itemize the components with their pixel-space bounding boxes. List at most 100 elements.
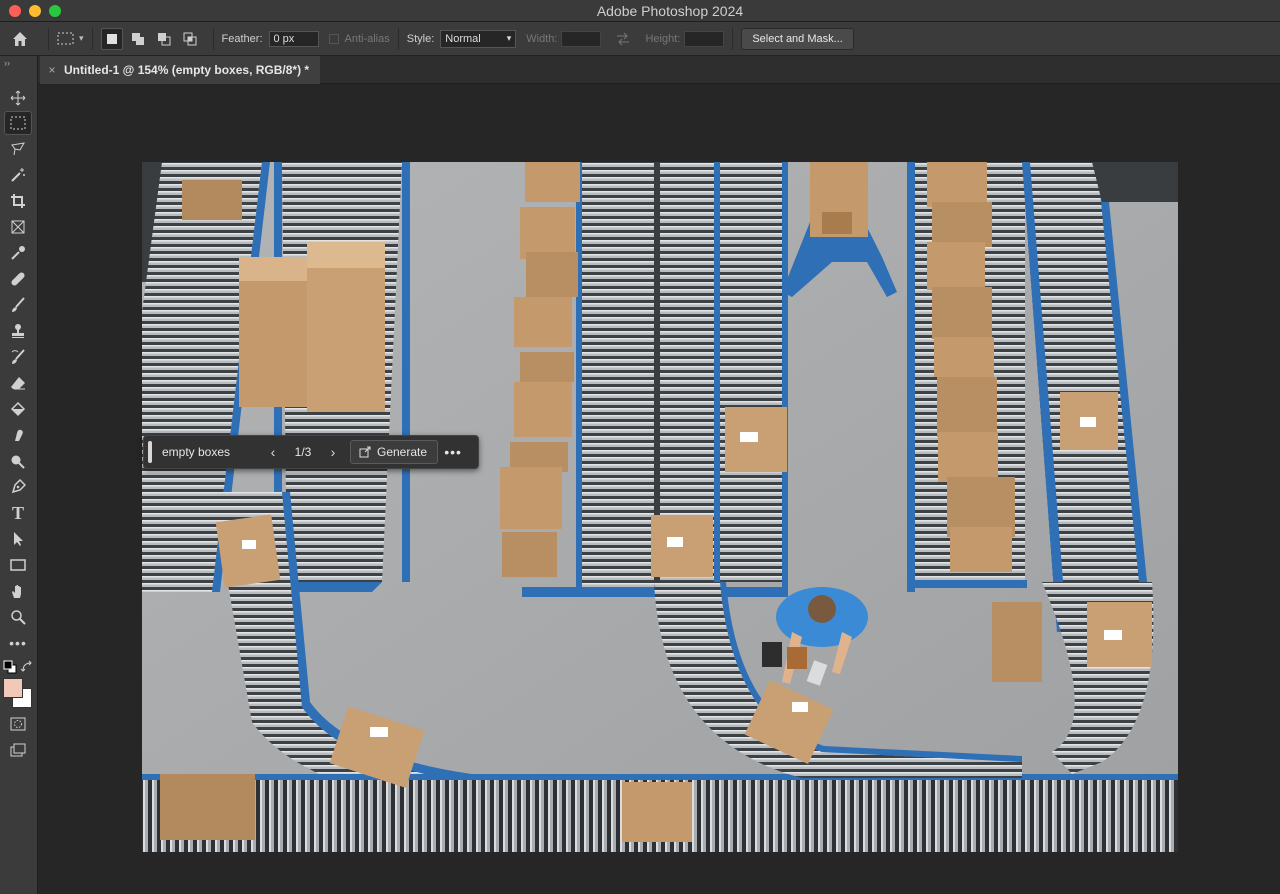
lasso-icon bbox=[11, 142, 25, 156]
subtract-selection-icon bbox=[157, 32, 171, 45]
height-label: Height: bbox=[645, 32, 681, 45]
rectangle-tool[interactable] bbox=[4, 553, 32, 577]
document-tab[interactable]: × Untitled-1 @ 154% (empty boxes, RGB/8*… bbox=[40, 56, 320, 84]
crop-tool[interactable] bbox=[4, 189, 32, 213]
healing-tool[interactable] bbox=[4, 267, 32, 291]
close-icon[interactable]: × bbox=[40, 63, 64, 77]
collapse-panel-icon[interactable]: ›› bbox=[4, 58, 10, 68]
screen-mode-icon bbox=[10, 743, 26, 757]
warehouse-photo bbox=[142, 162, 1178, 852]
rectangle-icon bbox=[10, 559, 26, 571]
smudge-icon bbox=[15, 429, 23, 441]
crop-icon bbox=[11, 194, 25, 208]
width-input[interactable] bbox=[561, 30, 602, 47]
paint-bucket-icon bbox=[10, 401, 26, 417]
title-bar: Adobe Photoshop 2024 bbox=[0, 0, 1280, 22]
path-selection-tool[interactable] bbox=[4, 527, 32, 551]
eraser-tool[interactable] bbox=[4, 371, 32, 395]
frame-tool[interactable] bbox=[4, 215, 32, 239]
height-input[interactable] bbox=[684, 30, 725, 47]
quick-mask-button[interactable] bbox=[4, 712, 32, 736]
eraser-icon bbox=[11, 377, 25, 390]
smudge-tool[interactable] bbox=[4, 423, 32, 447]
marquee-preset-icon bbox=[57, 32, 74, 44]
new-selection-button[interactable] bbox=[100, 27, 123, 50]
eyedropper-tool[interactable] bbox=[4, 241, 32, 265]
style-select-value: Normal bbox=[445, 32, 481, 45]
document-canvas-image[interactable] bbox=[142, 162, 1178, 852]
quick-mask-icon bbox=[10, 717, 26, 731]
clone-stamp-tool[interactable] bbox=[4, 319, 32, 343]
more-horizontal-icon: ••• bbox=[9, 635, 27, 651]
generative-prompt-input[interactable]: empty boxes bbox=[152, 445, 262, 459]
document-tabs: × Untitled-1 @ 154% (empty boxes, RGB/8*… bbox=[0, 56, 1280, 84]
tools-panel: ›› T ••• bbox=[0, 56, 38, 894]
lasso-tool[interactable] bbox=[4, 137, 32, 161]
intersect-selection-icon bbox=[183, 32, 197, 45]
intersect-selection-button[interactable] bbox=[179, 28, 201, 50]
width-label: Width: bbox=[526, 32, 558, 45]
chevron-down-icon: ▾ bbox=[506, 33, 512, 43]
variation-counter: 1/3 bbox=[294, 445, 312, 459]
hand-icon bbox=[12, 585, 21, 598]
document-tab-title: Untitled-1 @ 154% (empty boxes, RGB/8*) … bbox=[64, 63, 310, 77]
arrow-cursor-icon bbox=[14, 532, 23, 546]
home-icon bbox=[13, 31, 27, 46]
feather-label: Feather: bbox=[221, 32, 263, 45]
select-and-mask-button[interactable]: Select and Mask... bbox=[741, 27, 854, 50]
chevron-right-icon: › bbox=[330, 444, 336, 460]
dodge-icon bbox=[11, 455, 25, 469]
next-variation-button[interactable]: › bbox=[322, 444, 344, 460]
style-select[interactable]: Normal ▾ bbox=[440, 29, 517, 48]
home-button[interactable] bbox=[0, 31, 40, 47]
brush-tool[interactable] bbox=[4, 293, 32, 317]
chevron-left-icon: ‹ bbox=[270, 444, 276, 460]
frame-icon bbox=[11, 220, 25, 234]
move-icon bbox=[10, 90, 26, 106]
paint-bucket-tool[interactable] bbox=[4, 397, 32, 421]
type-icon: T bbox=[11, 502, 24, 523]
swap-colors-icon[interactable] bbox=[20, 660, 34, 674]
options-bar: ▾ Feather: 0 px Anti-alias Style: Normal… bbox=[0, 22, 1280, 56]
history-brush-icon bbox=[11, 349, 25, 364]
chevron-down-icon: ▾ bbox=[79, 33, 84, 43]
magic-wand-tool[interactable] bbox=[4, 163, 32, 187]
generate-button[interactable]: Generate bbox=[350, 440, 439, 464]
more-options-button[interactable]: ••• bbox=[438, 444, 468, 460]
screen-mode-button[interactable] bbox=[4, 738, 32, 762]
dodge-tool[interactable] bbox=[4, 449, 32, 473]
move-tool[interactable] bbox=[4, 86, 32, 110]
zoom-tool[interactable] bbox=[4, 605, 32, 629]
subtract-from-selection-button[interactable] bbox=[153, 28, 175, 50]
app-title: Adobe Photoshop 2024 bbox=[596, 3, 744, 19]
contextual-task-bar: empty boxes ‹ 1/3 › Generate ••• bbox=[143, 435, 479, 469]
pen-icon bbox=[11, 479, 26, 494]
feather-input[interactable]: 0 px bbox=[268, 30, 319, 47]
brush-icon bbox=[12, 297, 25, 312]
antialias-checkbox[interactable] bbox=[328, 33, 339, 44]
zoom-icon bbox=[11, 610, 26, 625]
tool-preset-picker[interactable]: ▾ bbox=[57, 32, 84, 46]
previous-variation-button[interactable]: ‹ bbox=[262, 444, 284, 460]
more-horizontal-icon: ••• bbox=[444, 444, 462, 460]
stamp-icon bbox=[12, 324, 24, 338]
more-tools-button[interactable]: ••• bbox=[4, 631, 32, 655]
foreground-color-swatch[interactable] bbox=[3, 678, 23, 698]
magic-wand-icon bbox=[11, 168, 25, 182]
marquee-tool[interactable] bbox=[4, 111, 32, 135]
pen-tool[interactable] bbox=[4, 475, 32, 499]
rectangular-marquee-icon bbox=[10, 116, 26, 130]
add-to-selection-button[interactable] bbox=[127, 28, 149, 50]
eyedropper-icon bbox=[11, 246, 25, 260]
type-tool[interactable]: T bbox=[4, 501, 32, 525]
hand-tool[interactable] bbox=[4, 579, 32, 603]
generate-icon bbox=[359, 446, 371, 458]
generate-label: Generate bbox=[377, 445, 428, 459]
history-brush-tool[interactable] bbox=[4, 345, 32, 369]
new-selection-icon bbox=[106, 33, 117, 44]
default-colors-icon[interactable] bbox=[3, 660, 17, 674]
add-selection-icon bbox=[131, 32, 144, 45]
antialias-label: Anti-alias bbox=[344, 32, 390, 45]
swap-icon[interactable] bbox=[615, 32, 631, 46]
style-label: Style: bbox=[406, 32, 435, 45]
